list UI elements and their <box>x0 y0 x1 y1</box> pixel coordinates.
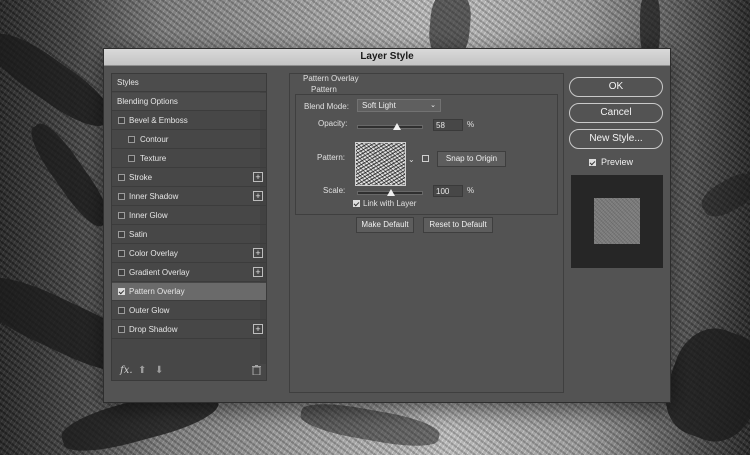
style-item-label: Outer Glow <box>129 306 170 315</box>
style-item-contour[interactable]: Contour <box>112 131 266 149</box>
preview-square <box>594 198 640 244</box>
pattern-swatch[interactable] <box>355 142 406 186</box>
style-list: Styles Blending Options Bevel & Emboss Cont… <box>111 73 267 381</box>
pattern-label: Pattern: <box>317 153 346 162</box>
style-item-checkbox[interactable] <box>128 155 135 162</box>
preview-checkbox[interactable] <box>589 159 596 166</box>
style-item-label: Pattern Overlay <box>129 287 185 296</box>
blend-mode-value: Soft Light <box>362 101 396 110</box>
style-item-drop-shadow[interactable]: Drop Shadow + <box>112 321 266 339</box>
style-item-label: Texture <box>140 154 167 163</box>
add-effect-icon[interactable]: + <box>253 191 263 201</box>
opacity-input[interactable]: 58 <box>433 119 463 131</box>
style-item-checkbox[interactable] <box>118 307 125 314</box>
cancel-button[interactable]: Cancel <box>569 103 663 123</box>
style-item-texture[interactable]: Texture <box>112 150 266 168</box>
style-item-checkbox[interactable] <box>128 136 135 143</box>
style-item-checkbox[interactable] <box>118 250 125 257</box>
scale-slider-thumb[interactable] <box>387 189 395 196</box>
chevron-down-icon: ⌄ <box>430 102 436 109</box>
style-item-gradient-overlay[interactable]: Gradient Overlay + <box>112 264 266 282</box>
arrow-up-icon[interactable]: ⬆ <box>138 365 146 376</box>
style-item-label: Gradient Overlay <box>129 268 190 277</box>
section-title: Pattern Overlay <box>303 74 359 83</box>
new-style-button[interactable]: New Style... <box>569 129 663 149</box>
style-item-checkbox[interactable] <box>118 269 125 276</box>
dialog-title: Layer Style <box>104 49 670 66</box>
link-with-layer-label: Link with Layer <box>363 199 417 208</box>
style-item-label: Color Overlay <box>129 249 178 258</box>
style-item-label: Drop Shadow <box>129 325 178 334</box>
style-item-checkbox[interactable] <box>118 212 125 219</box>
blend-mode-select[interactable]: Soft Light ⌄ <box>357 99 441 112</box>
blend-mode-label: Blend Mode: <box>304 102 349 111</box>
style-preview <box>571 175 663 268</box>
trash-icon[interactable] <box>252 365 261 378</box>
style-item-bevel-emboss[interactable]: Bevel & Emboss <box>112 112 266 130</box>
style-item-blending-options[interactable]: Blending Options <box>112 93 266 111</box>
style-item-label: Styles <box>117 78 139 87</box>
style-list-footer: fx. ⬆ ⬇ <box>112 362 266 380</box>
style-item-stroke[interactable]: Stroke + <box>112 169 266 187</box>
opacity-slider-thumb[interactable] <box>393 123 401 130</box>
style-item-label: Contour <box>140 135 169 144</box>
scale-input[interactable]: 100 <box>433 185 463 197</box>
add-effect-icon[interactable]: + <box>253 248 263 258</box>
link-with-layer-checkbox[interactable] <box>353 200 360 207</box>
style-item-styles[interactable]: Styles <box>112 74 266 92</box>
snap-to-origin-button[interactable]: Snap to Origin <box>437 151 506 167</box>
style-item-label: Blending Options <box>117 97 178 106</box>
scale-label: Scale: <box>323 186 346 195</box>
style-item-checkbox[interactable] <box>118 288 125 295</box>
style-item-pattern-overlay[interactable]: Pattern Overlay <box>112 283 266 301</box>
style-item-label: Bevel & Emboss <box>129 116 188 125</box>
add-effect-icon[interactable]: + <box>253 172 263 182</box>
pattern-group: Blend Mode: Soft Light ⌄ Opacity: 58 % P… <box>295 94 558 215</box>
style-item-label: Inner Glow <box>129 211 168 220</box>
style-item-inner-shadow[interactable]: Inner Shadow + <box>112 188 266 206</box>
chevron-down-icon[interactable]: ⌄ <box>408 155 415 164</box>
layer-style-dialog: Layer Style Styles Blending Options Bevel … <box>103 48 671 403</box>
style-item-checkbox[interactable] <box>118 231 125 238</box>
arrow-down-icon[interactable]: ⬇ <box>155 365 163 376</box>
add-effect-icon[interactable]: + <box>253 324 263 334</box>
style-item-label: Inner Shadow <box>129 192 179 201</box>
opacity-unit: % <box>467 120 475 129</box>
ok-button[interactable]: OK <box>569 77 663 97</box>
fx-icon[interactable]: fx. <box>120 365 133 376</box>
preview-label: Preview <box>601 157 634 167</box>
style-item-checkbox[interactable] <box>118 326 125 333</box>
new-preset-icon[interactable] <box>422 155 429 162</box>
add-effect-icon[interactable]: + <box>253 267 263 277</box>
group-title: Pattern <box>311 85 337 94</box>
style-item-inner-glow[interactable]: Inner Glow <box>112 207 266 225</box>
reset-to-default-button[interactable]: Reset to Default <box>423 217 493 233</box>
style-item-checkbox[interactable] <box>118 174 125 181</box>
style-item-label: Stroke <box>129 173 153 182</box>
scale-unit: % <box>467 186 475 195</box>
style-item-satin[interactable]: Satin <box>112 226 266 244</box>
style-item-color-overlay[interactable]: Color Overlay + <box>112 245 266 263</box>
opacity-slider[interactable] <box>357 125 423 129</box>
opacity-label: Opacity: <box>318 119 348 128</box>
make-default-button[interactable]: Make Default <box>356 217 414 233</box>
pattern-overlay-panel: Pattern Overlay Pattern Blend Mode: Soft… <box>289 73 564 393</box>
style-item-label: Satin <box>129 230 148 239</box>
style-item-checkbox[interactable] <box>118 117 125 124</box>
style-item-checkbox[interactable] <box>118 193 125 200</box>
style-item-outer-glow[interactable]: Outer Glow <box>112 302 266 320</box>
